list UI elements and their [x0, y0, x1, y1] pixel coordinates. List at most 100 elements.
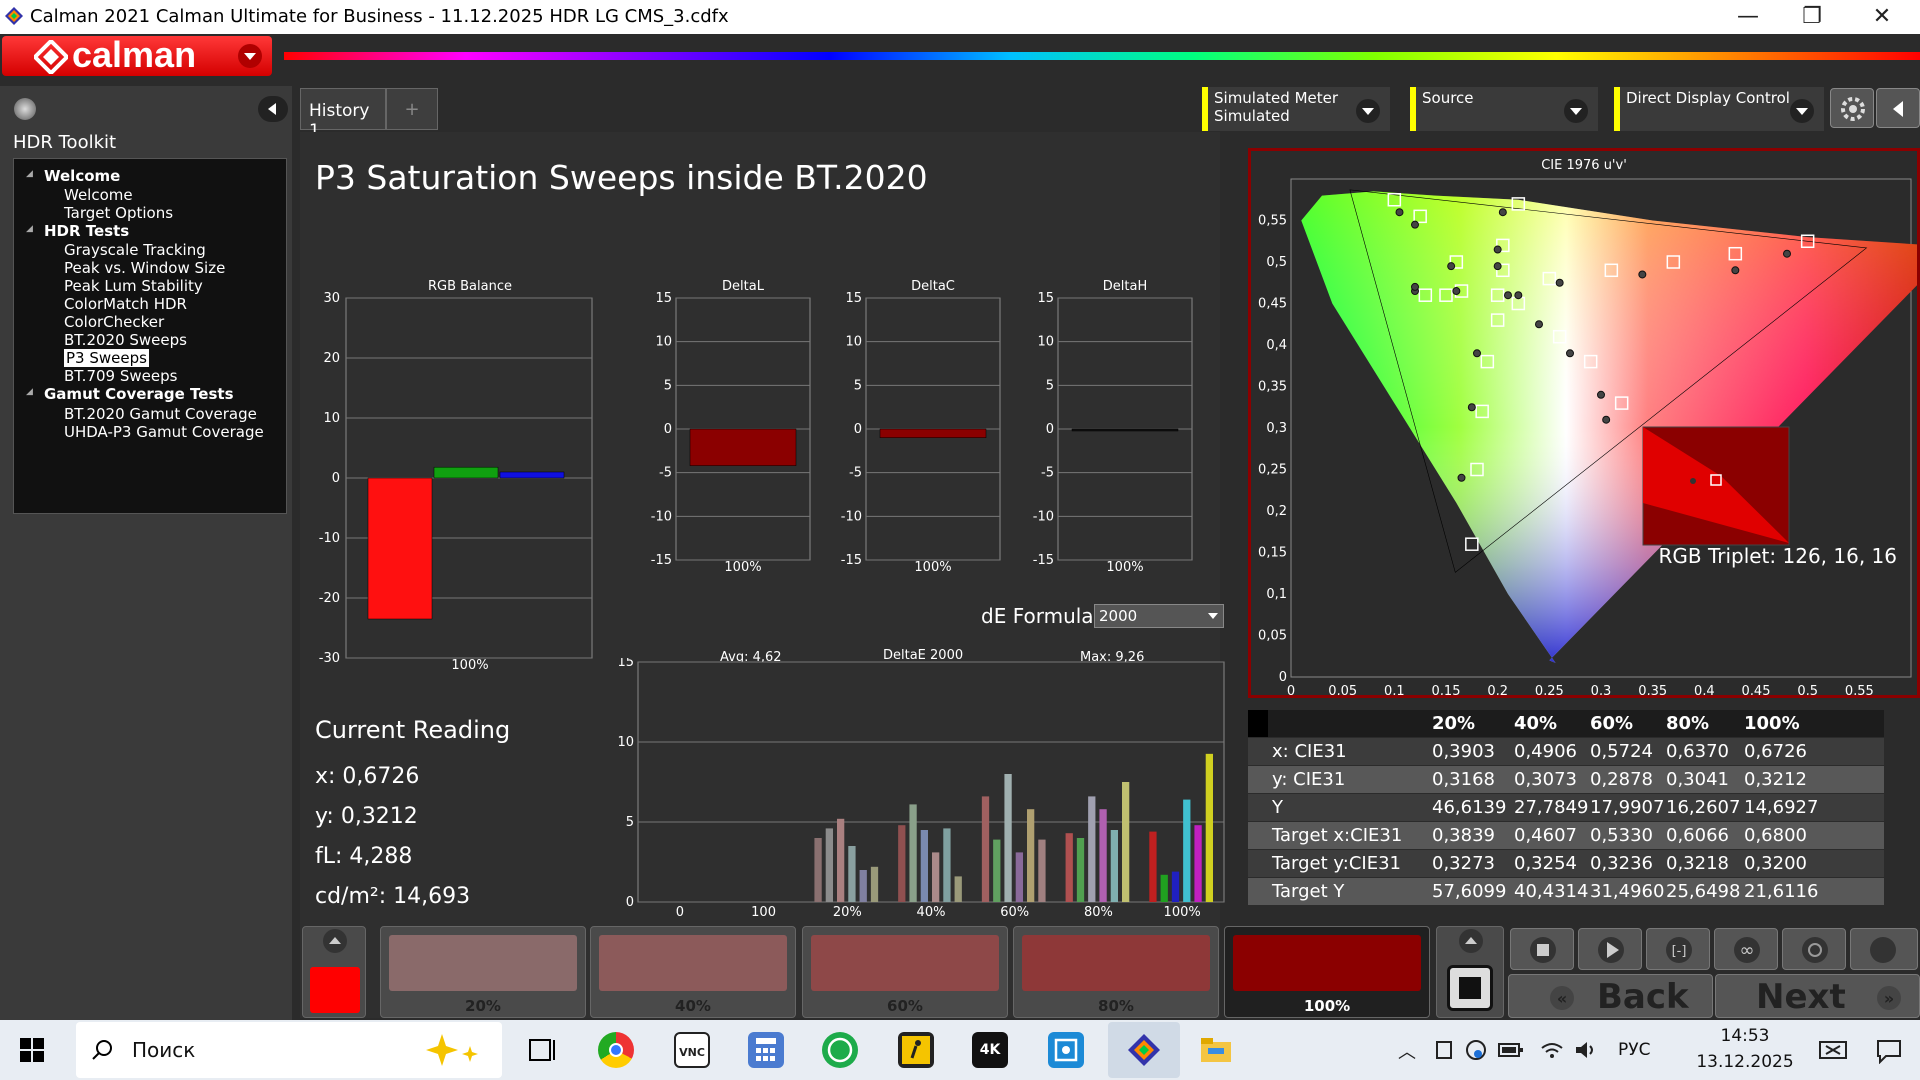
continuous-button[interactable]: ∞: [1714, 928, 1778, 970]
y-tick-label: 0: [626, 895, 634, 910]
deltae-chart: 15 10 5 0 0 100 20% 40% 60% 80% 100%: [617, 658, 1225, 920]
extra-button[interactable]: [1850, 928, 1918, 970]
cie-y-tick: 0,15: [1258, 546, 1287, 561]
stop-button[interactable]: [1447, 965, 1493, 1011]
clock-date[interactable]: 13.12.2025: [1690, 1052, 1800, 1072]
y-tick-label: -15: [841, 553, 862, 568]
close-button[interactable]: ✕: [1852, 2, 1912, 32]
back-button[interactable]: « Back: [1508, 974, 1713, 1018]
page-title: P3 Saturation Sweeps inside BT.2020: [315, 158, 928, 197]
measured-point: [1498, 208, 1507, 217]
speaker-icon[interactable]: [1574, 1040, 1598, 1064]
tree-category[interactable]: HDR Tests ◢: [26, 222, 129, 240]
battery-icon[interactable]: [1498, 1040, 1524, 1064]
double-chevron-right-icon: »: [1877, 986, 1901, 1010]
whatsapp-icon[interactable]: [822, 1032, 858, 1068]
y-tick-label: 15: [655, 291, 672, 306]
swatch-label: 80%: [1098, 997, 1134, 1015]
next-button[interactable]: Next »: [1715, 974, 1920, 1018]
table-row: Target Y 57,6099 40,4314 31,4960 25,6498 21,6…: [1248, 878, 1884, 905]
step-button[interactable]: [-]: [1646, 928, 1710, 970]
clock-time[interactable]: 14:53: [1690, 1026, 1800, 1046]
tree-item[interactable]: Peak Lum Stability: [64, 277, 203, 295]
tree-item[interactable]: ColorMatch HDR: [64, 295, 187, 313]
panel-pin-icon[interactable]: [14, 98, 36, 120]
deltae-bar: [1015, 852, 1023, 902]
de-formula-select[interactable]: 2000: [1094, 604, 1224, 628]
vnc-icon[interactable]: VNC: [674, 1032, 710, 1068]
windows-start-icon[interactable]: [20, 1038, 44, 1066]
minimize-button[interactable]: —: [1718, 2, 1778, 32]
swatch-button[interactable]: 100%: [1224, 926, 1430, 1018]
calman-menu-button[interactable]: calman: [2, 34, 272, 76]
y-tick-label: 30: [323, 291, 340, 306]
table-header-cell: 60%: [1590, 713, 1634, 734]
logo-text: calman: [72, 34, 197, 75]
tree-item[interactable]: BT.2020 Gamut Coverage: [64, 405, 257, 423]
vertex-4k-icon[interactable]: 4K: [972, 1032, 1008, 1068]
y-tick-label: 0: [854, 422, 862, 437]
calman-taskbar-button[interactable]: [1108, 1022, 1180, 1078]
add-tab-button[interactable]: +: [386, 88, 438, 130]
stop-measure-button[interactable]: [1510, 928, 1574, 970]
table-header-cell: 80%: [1666, 713, 1710, 734]
display-selector[interactable]: Direct Display Control: [1614, 87, 1824, 131]
cie-chart: CIE 1976 u'v' 0,55 0,5 0,45 0,4 0,35 0,3 0,25 0,…: [1258, 158, 1920, 699]
tab-history-1[interactable]: History 1: [300, 88, 386, 141]
task-view-icon[interactable]: [524, 1032, 560, 1068]
notifications-icon[interactable]: [1876, 1038, 1902, 1068]
tray-chevron-up-icon[interactable]: ︿: [1398, 1038, 1416, 1064]
play-button[interactable]: [1578, 928, 1642, 970]
wifi-icon[interactable]: [1540, 1040, 1564, 1064]
screenshot-tool-icon[interactable]: [1048, 1032, 1084, 1068]
x-tick-label: 60%: [1000, 905, 1029, 920]
tree-category[interactable]: Welcome ◢: [26, 167, 120, 185]
swatch-button[interactable]: 80%: [1013, 926, 1219, 1018]
swatch-button[interactable]: 60%: [802, 926, 1008, 1018]
collapse-panel-button[interactable]: [258, 96, 288, 122]
calculator-icon[interactable]: [748, 1032, 784, 1068]
table-cell: y: CIE31: [1272, 769, 1346, 790]
runner-app-icon[interactable]: [898, 1032, 934, 1068]
taskbar-search[interactable]: Поиск: [76, 1022, 502, 1078]
meter-selector[interactable]: Simulated Meter Simulated: [1202, 87, 1390, 131]
expand-arrow-icon[interactable]: ◢: [26, 387, 33, 397]
tree-item[interactable]: Peak vs. Window Size: [64, 259, 225, 277]
tree-item[interactable]: BT.709 Sweeps: [64, 367, 177, 385]
tree-item[interactable]: BT.2020 Sweeps: [64, 331, 187, 349]
onedrive-icon[interactable]: [1464, 1038, 1488, 1066]
expand-arrow-icon[interactable]: ◢: [26, 169, 33, 179]
maximize-button[interactable]: ❐: [1782, 2, 1842, 32]
tree-item[interactable]: P3 Sweeps: [64, 349, 149, 367]
swatch-button[interactable]: 40%: [590, 926, 796, 1018]
rgb-bar-blue: [499, 471, 565, 479]
language-indicator[interactable]: РУС: [1618, 1040, 1650, 1060]
source-selector[interactable]: Source: [1410, 87, 1598, 131]
tray-app-icon[interactable]: [1434, 1038, 1454, 1066]
expand-arrow-icon[interactable]: ◢: [26, 224, 33, 234]
refresh-button[interactable]: [1782, 928, 1846, 970]
settings-button[interactable]: [1830, 88, 1874, 128]
tree-item[interactable]: ColorChecker: [64, 313, 164, 331]
current-color-swatch[interactable]: [302, 926, 366, 1018]
tree-item[interactable]: Grayscale Tracking: [64, 241, 206, 259]
y-tick-label: 15: [845, 291, 862, 306]
table-row: y: CIE31 0,3168 0,3073 0,2878 0,3041 0,3212: [1248, 766, 1884, 793]
tree-item[interactable]: UHDA-P3 Gamut Coverage: [64, 423, 264, 441]
chrome-icon[interactable]: [598, 1032, 634, 1068]
reading-fl: fL: 4,288: [315, 844, 413, 869]
swatch-button[interactable]: 20%: [380, 926, 586, 1018]
table-cell: Y: [1272, 797, 1283, 818]
tree-item[interactable]: Target Options: [64, 204, 173, 222]
chevron-up-icon[interactable]: [1459, 929, 1483, 953]
tree-item-label: ColorMatch HDR: [64, 295, 187, 313]
collapse-right-button[interactable]: [1876, 88, 1920, 128]
table-cell: Target x:CIE31: [1272, 825, 1403, 846]
deltae-bar: [1004, 774, 1012, 902]
file-explorer-icon[interactable]: [1198, 1032, 1234, 1068]
tree-item[interactable]: Welcome: [64, 186, 133, 204]
tree-category[interactable]: Gamut Coverage Tests ◢: [26, 385, 234, 403]
focus-assist-icon[interactable]: [1818, 1038, 1848, 1066]
cie-x-tick: 0,1: [1384, 684, 1405, 695]
current-reading-heading: Current Reading: [315, 716, 511, 744]
